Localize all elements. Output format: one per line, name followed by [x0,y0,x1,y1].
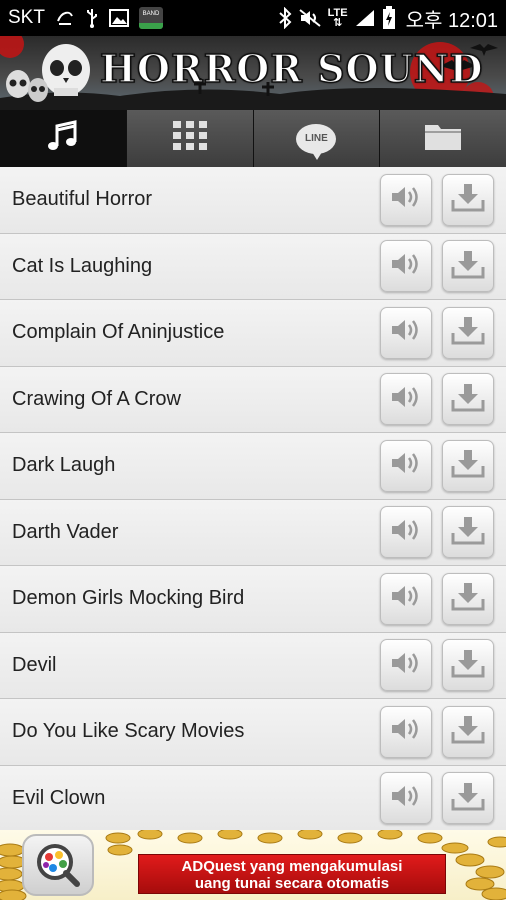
download-button[interactable] [442,240,494,293]
ad-line-2: uang tunai secara otomatis [194,875,390,892]
sound-title: Cat Is Laughing [12,254,153,277]
list-item[interactable]: Do You Like Scary Movies [0,699,506,766]
download-button[interactable] [442,173,494,226]
ad-line-1: ADQuest yang mengakumulasi [181,858,403,875]
sound-title: Dark Laugh [12,454,116,477]
ad-banner[interactable]: ADQuest yang mengakumulasi uang tunai se… [0,830,506,900]
sound-title: Demon Girls Mocking Bird [12,587,245,610]
list-item[interactable]: Devil [0,632,506,699]
app-title: HORROR SOUND [99,45,484,92]
lte-icon: LTE ⇅ [327,7,348,29]
download-icon [451,781,485,816]
download-button[interactable] [442,639,494,692]
signal-icon [354,8,376,28]
play-button[interactable] [380,705,432,758]
list-item[interactable]: Demon Girls Mocking Bird [0,566,506,633]
list-item[interactable]: Cat Is Laughing [0,233,506,300]
tab-bar: LINE [0,110,506,167]
list-item[interactable]: Crawing Of A Crow [0,366,506,433]
folder-icon [424,121,462,156]
download-button[interactable] [442,439,494,492]
status-bar: SKT BAND LTE ⇅ 오후 12:01 [0,0,506,36]
list-item[interactable]: Dark Laugh [0,433,506,500]
app-banner: HORROR SOUND [0,36,506,110]
list-item[interactable]: Beautiful Horror [0,167,506,234]
speaker-icon [390,516,422,549]
line-icon: LINE [296,123,337,160]
list-item[interactable]: Darth Vader [0,499,506,566]
download-icon [451,714,485,749]
list-item[interactable]: Complain Of Aninjustice [0,300,506,367]
image-icon [108,9,129,27]
play-button[interactable] [380,439,432,492]
mute-icon [298,8,322,28]
speaker-icon [390,782,422,815]
download-icon [451,315,485,350]
sound-title: Evil Clown [12,786,106,809]
download-icon [451,648,485,683]
download-button[interactable] [442,506,494,559]
band-app-icon: BAND [138,7,163,29]
sound-title: Devil [12,653,57,676]
skull-icon [42,44,90,96]
list-item[interactable]: Evil Clown [0,765,506,830]
sound-list: Beautiful Horror Cat Is Laughing Complai… [0,167,506,830]
download-button[interactable] [442,772,494,825]
battery-icon [382,6,396,30]
play-button[interactable] [380,373,432,426]
music-note-icon [45,118,81,159]
download-button[interactable] [442,306,494,359]
play-button[interactable] [380,639,432,692]
tab-line[interactable]: LINE [253,110,381,167]
speaker-icon [390,250,422,283]
grid-icon [172,121,207,156]
play-button[interactable] [380,240,432,293]
download-button[interactable] [442,373,494,426]
download-icon [451,382,485,417]
network-type: LTE [327,7,348,19]
tab-folder[interactable] [380,110,506,167]
sound-title: Do You Like Scary Movies [12,720,245,743]
speaker-icon [390,715,422,748]
sound-title: Complain Of Aninjustice [12,321,225,344]
play-button[interactable] [380,506,432,559]
speaker-icon [390,449,422,482]
adquest-logo-icon [22,834,94,896]
download-button[interactable] [442,705,494,758]
line-label: LINE [304,133,328,144]
download-icon [451,249,485,284]
speaker-icon [390,183,422,216]
clock: 오후 12:01 [405,9,498,32]
download-icon [451,515,485,550]
speaker-icon [390,582,422,615]
carrier-logo-icon [55,8,75,28]
speaker-icon [390,316,422,349]
tab-music[interactable] [0,110,127,167]
usb-icon [85,7,99,29]
bluetooth-icon [278,7,292,29]
play-button[interactable] [380,306,432,359]
speaker-icon [390,649,422,682]
download-icon [451,448,485,483]
sound-title: Darth Vader [12,520,119,543]
download-button[interactable] [442,572,494,625]
download-icon [451,581,485,616]
play-button[interactable] [380,572,432,625]
download-icon [451,182,485,217]
tab-grid[interactable] [126,110,254,167]
speaker-icon [390,383,422,416]
play-button[interactable] [380,772,432,825]
carrier-label: SKT [8,7,45,28]
band-label: BAND [142,11,160,17]
ad-message: ADQuest yang mengakumulasi uang tunai se… [138,854,446,894]
sound-title: Crawing Of A Crow [12,387,181,410]
play-button[interactable] [380,173,432,226]
sound-title: Beautiful Horror [12,188,153,211]
